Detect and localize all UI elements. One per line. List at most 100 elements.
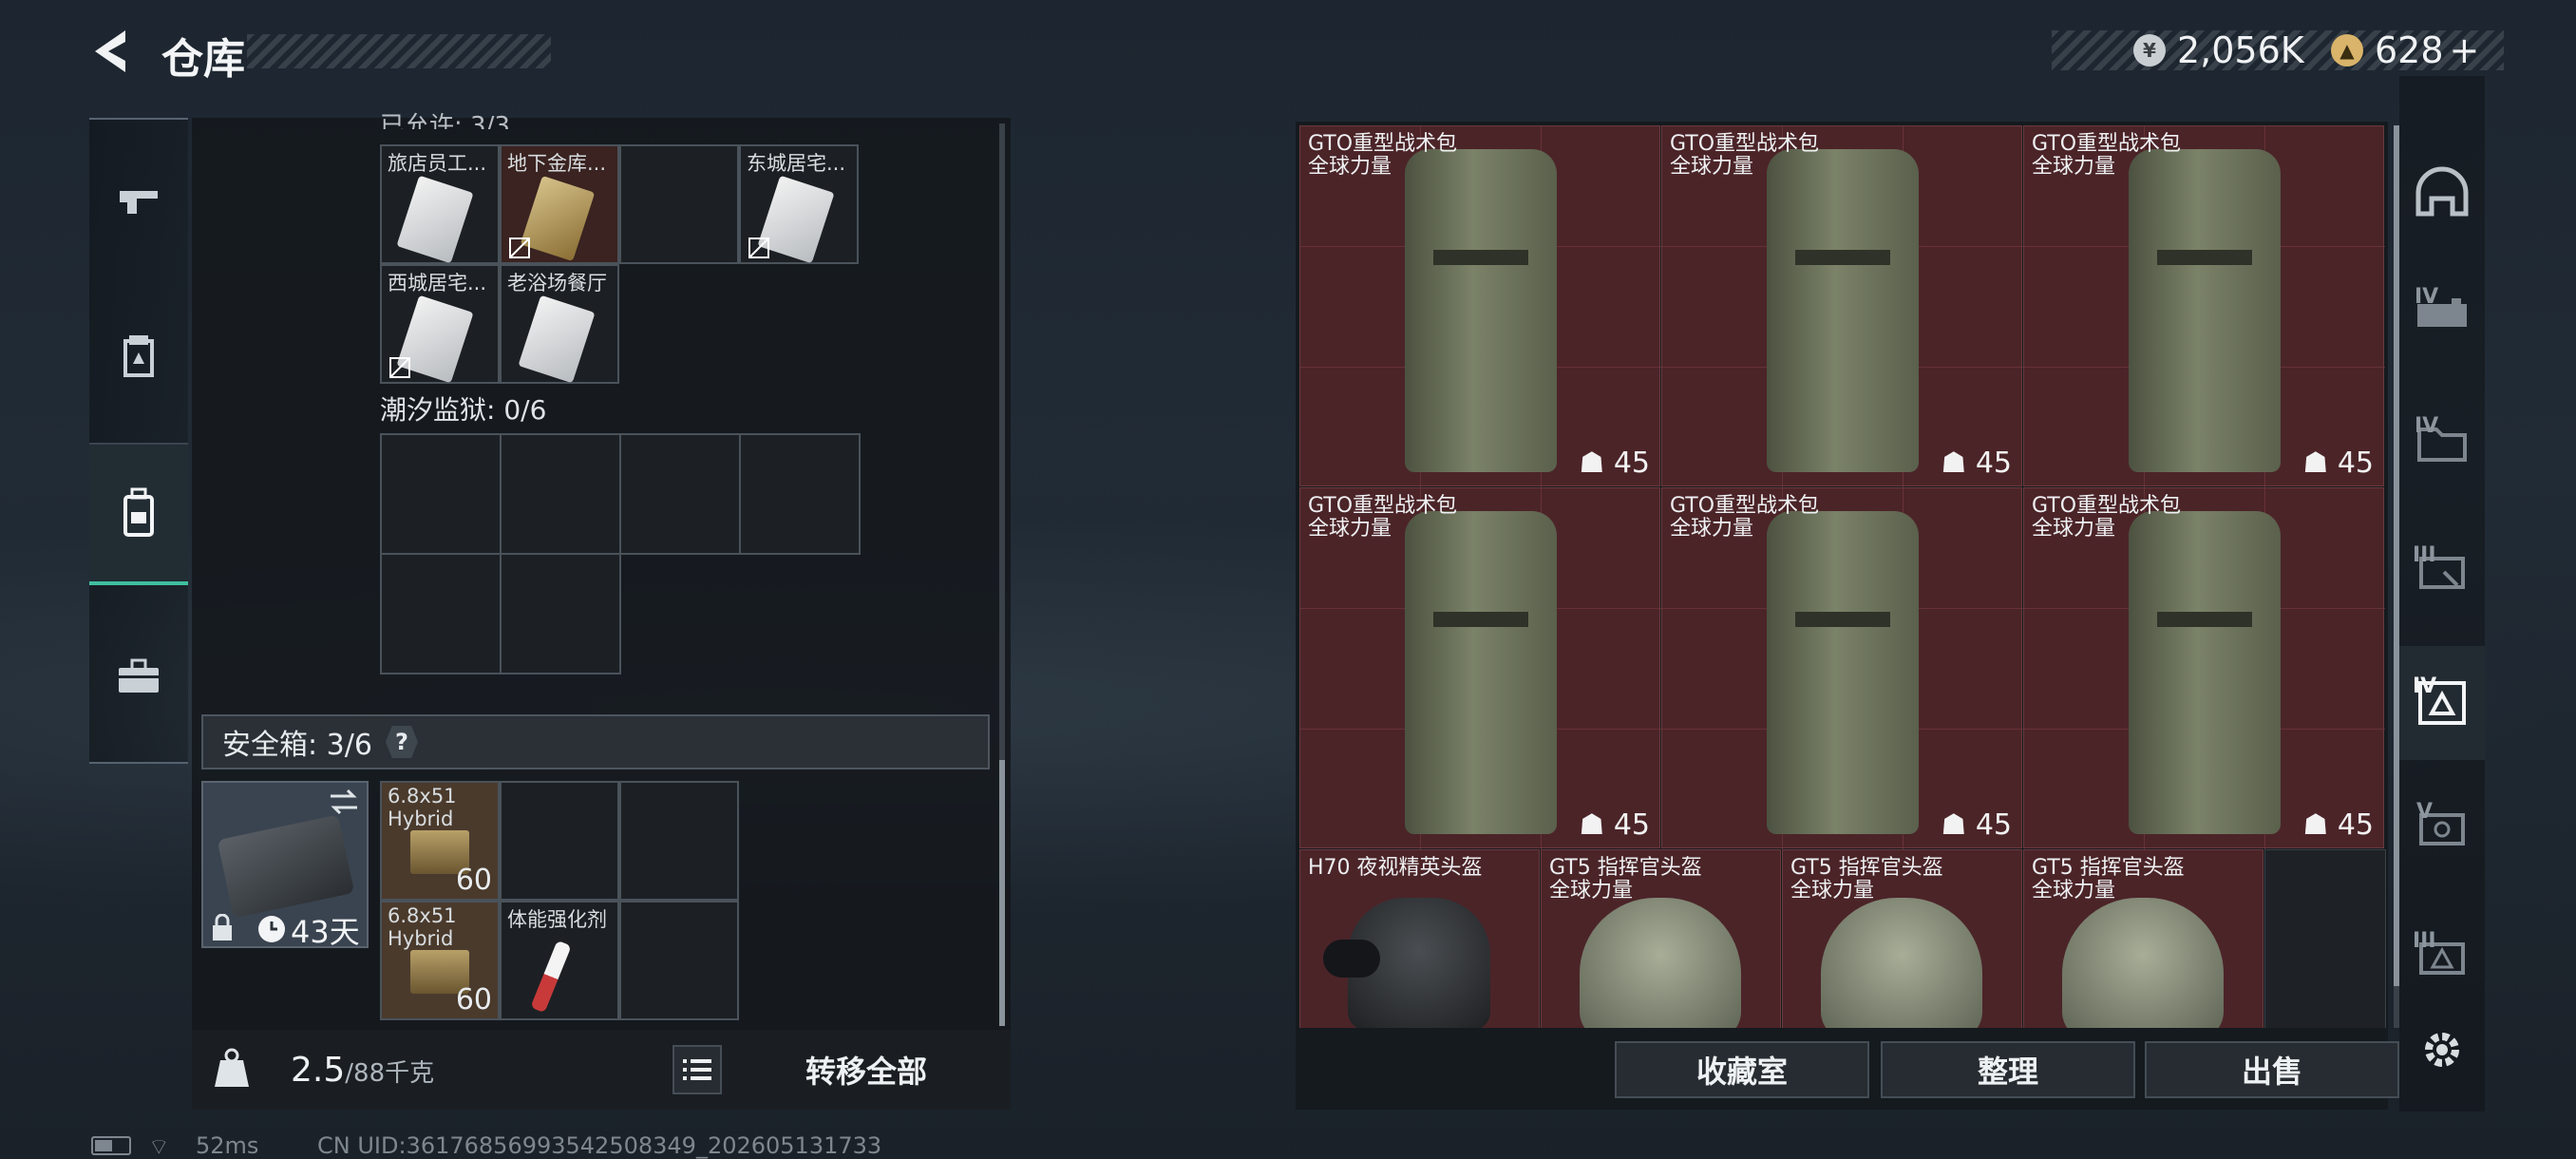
tactical-backpack-icon	[2129, 511, 2281, 834]
commander-helmet-icon	[2062, 898, 2224, 1028]
list-view-button[interactable]	[672, 1045, 722, 1094]
item-name: GT5 指挥官头盔	[2032, 856, 2185, 880]
item-tag: 全球力量	[1308, 155, 1392, 179]
backpack-item[interactable]: GTO重型战术包 全球力量 ☗ 45	[1299, 487, 1661, 849]
keycard-icon	[518, 294, 596, 384]
stash-tab-helmet[interactable]	[2399, 135, 2485, 249]
tactical-backpack-icon	[2129, 149, 2281, 472]
item-count: 60	[455, 983, 492, 1016]
helmet-item[interactable]: H70 夜视精英头盔	[1299, 849, 1540, 1028]
nav-backpack[interactable]	[89, 443, 188, 585]
item-tag: 全球力量	[1549, 879, 1634, 902]
weapon-icon	[120, 191, 158, 214]
item-label: 老浴场餐厅	[507, 272, 607, 294]
item-name: GTO重型战术包	[1670, 494, 1820, 518]
no-trade-icon	[509, 238, 530, 258]
settings-button[interactable]	[2418, 1026, 2466, 1074]
backpack-item[interactable]: GTO重型战术包 全球力量 ☗ 45	[1661, 125, 2023, 487]
left-category-nav	[89, 118, 188, 764]
silver-coin-icon: ¥	[2133, 34, 2166, 66]
transfer-all-button[interactable]: 转移全部	[731, 1041, 1001, 1098]
silver-currency[interactable]: ¥ 2,056K	[2133, 28, 2304, 72]
organize-button[interactable]: 整理	[1881, 1041, 2135, 1098]
lock-icon	[213, 914, 232, 940]
nav-armor[interactable]	[89, 287, 188, 429]
backpack-item[interactable]: GTO重型战术包 全球力量 ☗ 45	[2023, 487, 2385, 849]
item-name: H70 夜视精英头盔	[1308, 856, 1483, 880]
stash-tab-rifle-case[interactable]: IV	[2399, 256, 2485, 370]
helmet-item[interactable]: GT5 指挥官头盔 全球力量	[1782, 849, 2022, 1028]
empty-slot[interactable]	[619, 144, 739, 264]
item-tag: 全球力量	[1670, 155, 1754, 179]
weight-readout: 2.5 /88千克	[291, 1051, 434, 1090]
keycard-slot[interactable]: 地下金库...	[500, 144, 619, 264]
item-capacity: ☗ 45	[1579, 446, 1650, 480]
page-title: 仓库	[161, 35, 245, 84]
keycard-slot[interactable]: 西城居宅...	[380, 264, 500, 384]
item-name: GTO重型战术包	[1308, 132, 1458, 156]
keycard-slot[interactable]: 老浴场餐厅	[500, 264, 619, 384]
nvg-lens	[1323, 940, 1380, 978]
backpack-item[interactable]: GTO重型战术包 全球力量 ☗ 45	[1661, 487, 2023, 849]
backpack-strap	[1433, 250, 1528, 265]
add-currency-button[interactable]: +	[2450, 29, 2480, 71]
empty-slot[interactable]	[619, 781, 739, 901]
gold-currency[interactable]: ▲ 628 +	[2331, 28, 2479, 72]
ammo-slot[interactable]: 6.8x51 Hybrid 60	[380, 901, 500, 1020]
commander-helmet-icon	[1580, 898, 1741, 1028]
item-name: GT5 指挥官头盔	[1549, 856, 1702, 880]
collection-room-button[interactable]: 收藏室	[1615, 1041, 1869, 1098]
backpack-item[interactable]: GTO重型战术包 全球力量 ☗ 45	[1299, 125, 1661, 487]
backpack-item[interactable]: GTO重型战术包 全球力量 ☗ 45	[2023, 125, 2385, 487]
helmet-item[interactable]: GT5 指挥官头盔 全球力量	[1541, 849, 1781, 1028]
ping-readout: 52ms	[196, 1132, 259, 1159]
clock-icon	[258, 916, 285, 942]
grid-divider	[619, 433, 621, 555]
keycard-slot[interactable]: 东城居宅...	[739, 144, 859, 264]
help-button[interactable]: ?	[385, 726, 418, 758]
back-arrow-icon[interactable]	[87, 27, 133, 76]
safebox-container[interactable]: 43天	[201, 781, 369, 950]
item-capacity: ☗ 45	[2302, 808, 2374, 842]
prison-section-label: 潮汐监狱: 0/6	[380, 394, 547, 426]
stash-tab-medical-box[interactable]: V	[2399, 771, 2485, 885]
stash-tab-armor-box[interactable]: IV	[2399, 646, 2485, 760]
item-label: 西城居宅...	[388, 272, 487, 294]
item-count: 60	[455, 864, 492, 897]
helmet-item[interactable]: GT5 指挥官头盔 全球力量	[2023, 849, 2263, 1028]
empty-slot[interactable]	[2264, 849, 2386, 1028]
backpack-strap	[1795, 612, 1890, 627]
no-trade-icon	[389, 357, 410, 378]
item-tag: 全球力量	[1670, 517, 1754, 541]
tactical-backpack-icon	[1767, 149, 1919, 472]
item-tag: 全球力量	[1790, 879, 1875, 902]
ammo-slot[interactable]: 6.8x51 Hybrid 60	[380, 781, 500, 901]
toolbox-icon	[119, 658, 159, 693]
item-name: GTO重型战术包	[1308, 494, 1458, 518]
sell-button[interactable]: 出售	[2145, 1041, 2399, 1098]
stim-slot[interactable]: 体能强化剂	[500, 901, 619, 1020]
item-label: 6.8x51	[388, 904, 457, 927]
stash-tab-folder[interactable]: IV	[2399, 386, 2485, 500]
tier-label: IV	[2415, 414, 2439, 438]
backpack-strap	[1795, 250, 1890, 265]
safebox-days: 43天	[291, 914, 360, 950]
stash-tab-ammo-box[interactable]: III	[2399, 901, 2485, 1015]
safebox-label: 安全箱: 3/6	[222, 729, 372, 762]
battery-icon	[91, 1136, 131, 1155]
nav-weapons[interactable]	[89, 129, 188, 272]
keycard-slot[interactable]: 旅店员工...	[380, 144, 500, 264]
left-scrollbar-thumb[interactable]	[999, 760, 1005, 1026]
grid-divider	[739, 433, 741, 555]
commander-helmet-icon	[1821, 898, 1982, 1028]
swap-icon[interactable]	[327, 787, 361, 817]
empty-slot[interactable]	[619, 901, 739, 1020]
tier-label: III	[2413, 543, 2436, 567]
nav-toolbox[interactable]	[89, 604, 188, 747]
empty-slot[interactable]	[500, 781, 619, 901]
stash-tab-crate[interactable]: III	[2399, 515, 2485, 629]
gold-coin-icon: ▲	[2331, 34, 2363, 66]
item-label: 体能强化剂	[507, 908, 607, 931]
item-tag: 全球力量	[2032, 155, 2116, 179]
item-tag: 全球力量	[1308, 517, 1392, 541]
